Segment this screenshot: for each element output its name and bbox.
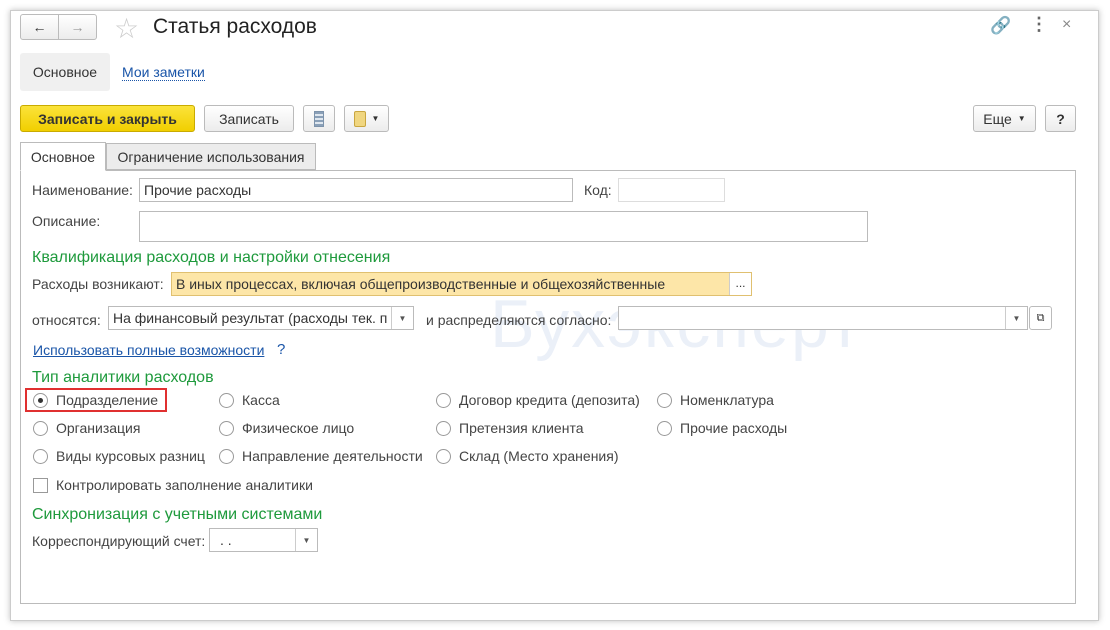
radio-podrazdelenie[interactable]: Подразделение [33,392,158,408]
radio-icon [436,392,451,408]
list-icon [314,110,324,127]
tab-usage-limits[interactable]: Ограничение использования [106,143,316,170]
radio-icon [33,392,48,408]
arrow-right-icon: → [70,19,85,35]
radio-icon [436,420,451,436]
radio-kassa[interactable]: Касса [219,392,280,408]
tab-label: Ограничение использования [117,148,305,165]
page-title: Статья расходов [153,15,317,38]
account-field[interactable]: . . ▼ [209,528,318,552]
star-icon[interactable]: ☆ [114,12,139,45]
chevron-down-icon[interactable]: ▼ [391,307,413,329]
forward-button[interactable]: → [58,14,97,40]
radio-icon [657,420,672,436]
relate-field[interactable]: На финансовый результат (расходы тек. п ▼ [108,306,414,330]
chevron-down-icon: ▼ [1017,114,1026,123]
name-label: Наименование: [32,182,133,198]
radio-activity-direction[interactable]: Направление деятельности [219,448,423,464]
document-clock-icon [353,110,366,127]
select-button[interactable]: ... [729,273,751,295]
checkbox-label: Контролировать заполнение аналитики [56,477,313,493]
chevron-down-icon[interactable]: ▼ [1005,307,1027,329]
link-icon[interactable]: 🔗 [990,16,1011,36]
control-analytics-checkbox[interactable]: Контролировать заполнение аналитики [33,477,313,493]
account-label: Корреспондирующий счет: [32,533,206,549]
arrow-left-icon: ← [32,19,47,35]
radio-icon [436,448,451,464]
radio-label: Склад (Место хранения) [459,448,619,464]
name-field[interactable]: Прочие расходы [139,178,573,202]
radio-label: Направление деятельности [242,448,423,464]
arise-label: Расходы возникают: [32,276,164,292]
close-icon[interactable]: × [1062,16,1071,34]
relate-label: относятся: [32,312,101,328]
save-button[interactable]: Записать [204,105,294,132]
chevron-down-icon[interactable]: ▼ [295,529,317,551]
radio-icon [219,448,234,464]
radio-credit-contract[interactable]: Договор кредита (депозита) [436,392,640,408]
radio-icon [219,392,234,408]
tab-main-form[interactable]: Основное [20,142,106,171]
radio-label: Виды курсовых разниц [56,448,205,464]
chevron-down-icon: ▼ [371,114,380,123]
sync-heading: Синхронизация с учетными системами [32,506,323,523]
code-field[interactable] [618,178,725,202]
description-label: Описание: [32,213,101,229]
open-button[interactable]: ⧉ [1029,306,1052,330]
qualification-heading: Квалификация расходов и настройки отнесе… [32,249,391,266]
more-label: Еще [983,110,1012,127]
full-features-link[interactable]: Использовать полные возможности [33,342,264,358]
radio-organization[interactable]: Организация [33,420,140,436]
more-button[interactable]: Еще ▼ [973,105,1036,132]
tab-main[interactable]: Основное [20,53,110,91]
arise-value: В иных процессах, включая общепроизводст… [176,276,666,292]
radio-label: Претензия клиента [459,420,584,436]
radio-other-expenses[interactable]: Прочие расходы [657,420,787,436]
more-vertical-icon[interactable]: ⋮ [1030,14,1048,35]
radio-nomenclature[interactable]: Номенклатура [657,392,774,408]
code-label: Код: [584,182,612,198]
save-close-button[interactable]: Записать и закрыть [20,105,195,132]
radio-label: Организация [56,420,141,436]
radio-icon [33,448,48,464]
account-value: . . [220,532,232,548]
radio-label: Касса [242,392,280,408]
radio-icon [219,420,234,436]
report-menu-button[interactable]: ▼ [344,105,389,132]
tab-notes[interactable]: Мои заметки [122,64,205,81]
arise-field[interactable]: В иных процессах, включая общепроизводст… [171,272,752,296]
help-button[interactable]: ? [1045,105,1076,132]
tab-label: Основное [32,64,98,80]
distribute-field[interactable]: ▼ [618,306,1028,330]
radio-label: Физическое лицо [242,420,355,436]
radio-client-claim[interactable]: Претензия клиента [436,420,583,436]
radio-label: Договор кредита (депозита) [459,392,640,408]
tab-label: Основное [30,148,96,165]
back-button[interactable]: ← [20,14,59,40]
checkbox-icon [33,477,48,493]
help-icon[interactable]: ? [277,341,285,358]
radio-icon [33,420,48,436]
distribute-label: и распределяются согласно: [426,312,612,328]
radio-label: Прочие расходы [680,420,788,436]
radio-icon [657,392,672,408]
radio-individual[interactable]: Физическое лицо [219,420,354,436]
radio-label: Подразделение [56,392,159,408]
radio-exchange-diff[interactable]: Виды курсовых разниц [33,448,205,464]
open-icon: ⧉ [1036,311,1045,324]
radio-label: Номенклатура [680,392,774,408]
radio-warehouse[interactable]: Склад (Место хранения) [436,448,619,464]
list-button[interactable] [303,105,335,132]
description-field[interactable] [139,211,868,242]
relate-value: На финансовый результат (расходы тек. п [113,310,388,326]
analytics-heading: Тип аналитики расходов [32,369,214,386]
